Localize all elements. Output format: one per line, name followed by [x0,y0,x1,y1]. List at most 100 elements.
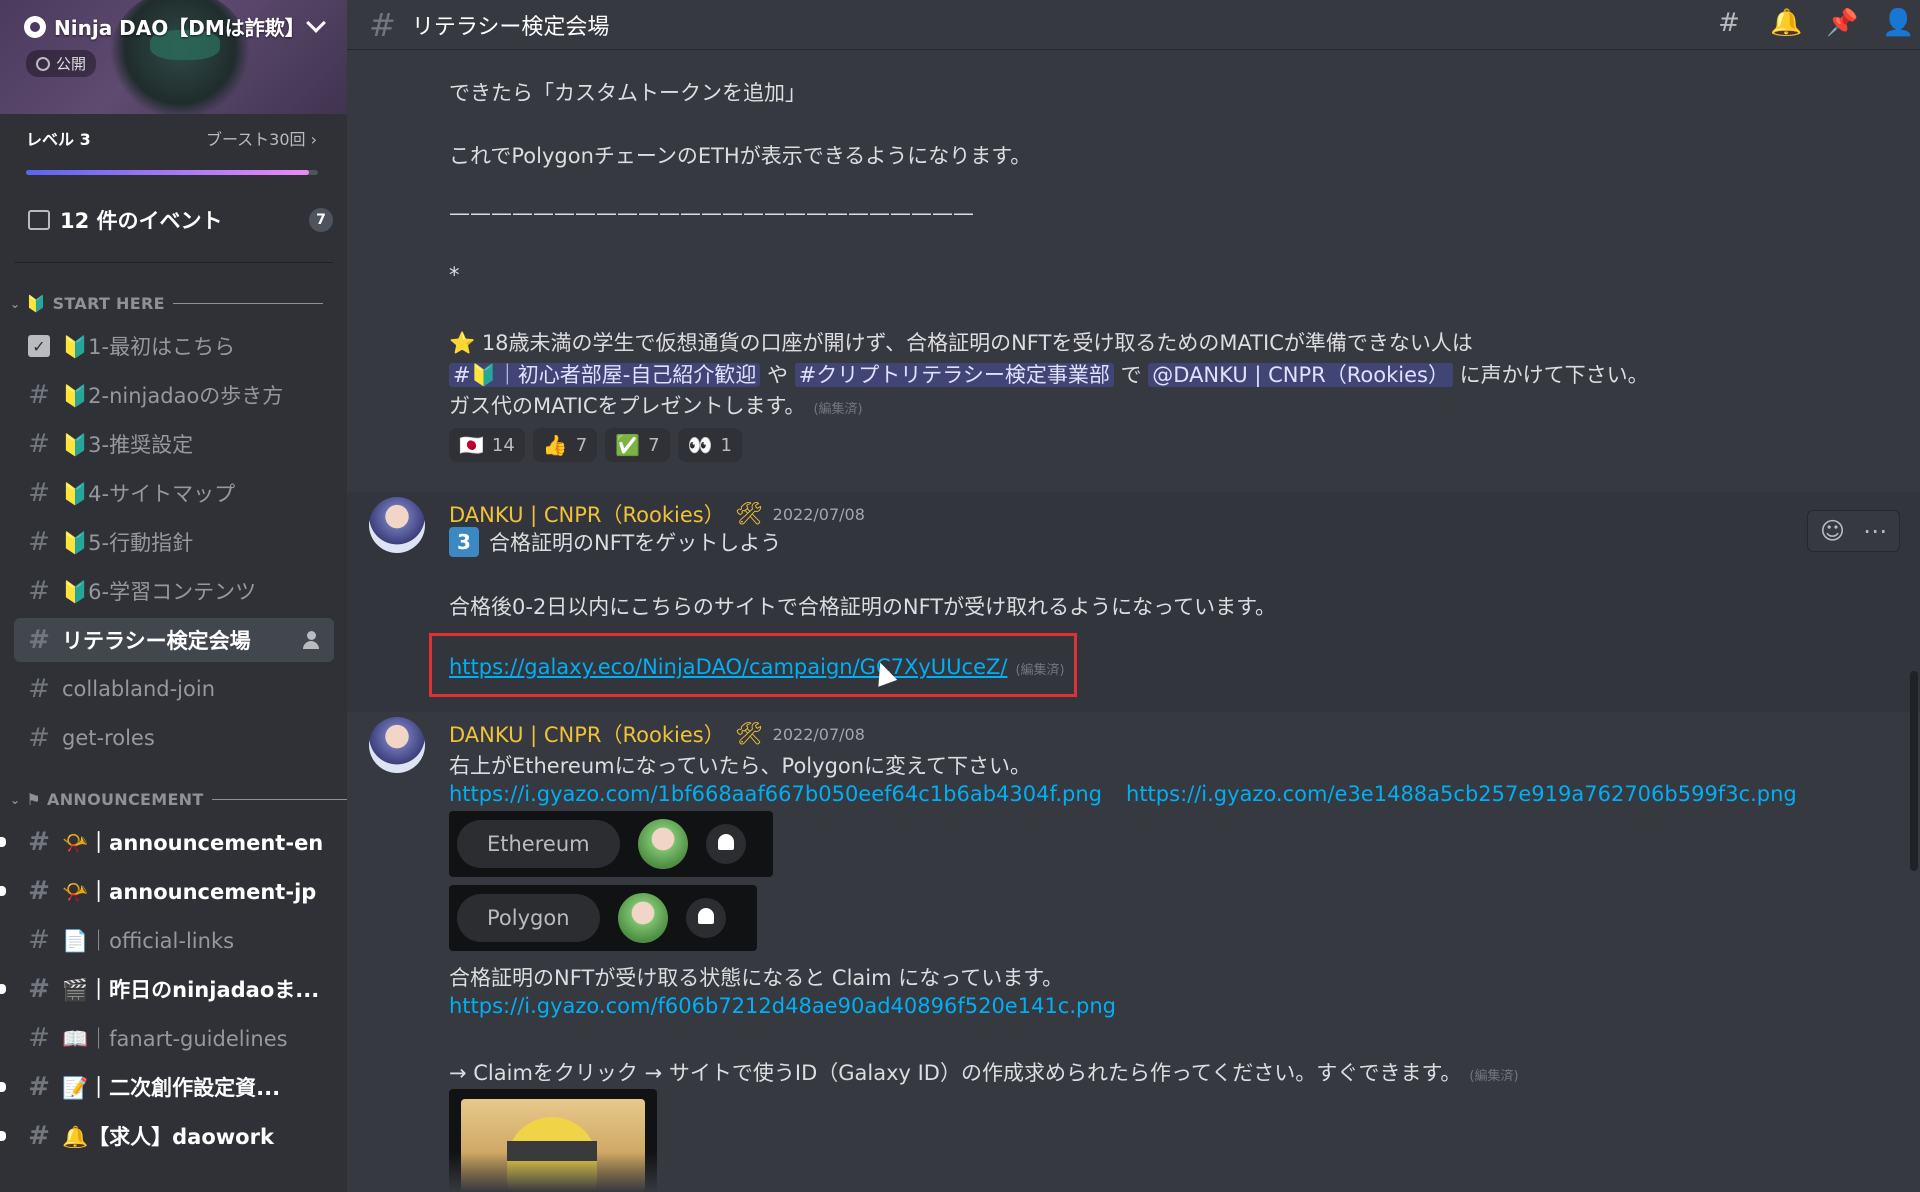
public-badge: 公開 [26,50,97,77]
category-line [211,799,347,800]
channel-official-links[interactable]: # 📄｜official-links [14,918,334,962]
boost-progress-fill [26,170,310,175]
channel-mention[interactable]: #🔰｜初心者部屋-自己紹介歓迎 [449,363,761,387]
category-label: START HERE [52,294,165,313]
image-embed-polygon[interactable]: Polygon [449,885,757,951]
message-links: https://i.gyazo.com/1bf668aaf667b050eef6… [449,782,1797,806]
channel-label: 🔰3-推奨設定 [62,433,194,457]
text: ガス代のMATICをプレゼントします。 [449,394,806,418]
channel-yesterday-ninjadao[interactable]: # 🎬｜昨日のninjadaoま... [0,967,334,1011]
reaction-check[interactable]: ✅ 7 [605,428,670,462]
message-actions: ☺ ⋯ [1806,510,1900,552]
hash-icon: # [28,1072,50,1102]
channel-literacy-exam[interactable]: # リテラシー検定会場 [14,618,334,662]
hash-icon: # [369,5,396,44]
text: で [1120,363,1142,387]
gyazo-link[interactable]: https://i.gyazo.com/e3e1488a5cb257e919a7… [1126,782,1797,806]
channel-learning[interactable]: # 🔰6-学習コンテンツ [14,569,334,613]
boost-count[interactable]: ブースト30回 › [206,126,317,150]
reaction-eyes[interactable]: 👀 1 [677,428,742,462]
scrollbar[interactable] [1910,671,1918,871]
channel-howto[interactable]: # 🔰2-ninjadaoの歩き方 [14,373,334,417]
channel-label: 🔰2-ninjadaoの歩き方 [62,384,284,408]
unread-indicator [0,886,6,896]
add-reaction-icon[interactable]: ☺ [1820,517,1845,545]
channel-get-roles[interactable]: # get-roles [14,716,334,760]
network-pill: Polygon [457,894,600,942]
text: に声かけて下さい。 [1459,363,1649,387]
text: 合格証明のNFTをゲットしよう [489,531,782,555]
keycap-3-icon: 3 [449,527,479,557]
message-link-line: https://i.gyazo.com/f606b7212d48ae90ad40… [449,994,1116,1018]
message-header: DANKU | CNPR（Rookies） 🛠 2022/07/08 [449,499,865,529]
avatar[interactable] [369,717,425,773]
server-banner[interactable]: Ninja DAO【DMは詐欺】 公開 [0,0,347,114]
channel-label: リテラシー検定会場 [62,629,251,653]
unread-indicator [0,1131,6,1141]
category-announcement[interactable]: ⌄ ⚑ ANNOUNCEMENT [10,790,347,809]
channel-daowork[interactable]: # 🔔【求人】daowork [0,1114,334,1158]
message-link-line: https://galaxy.eco/NinjaDAO/campaign/GC7… [449,655,1065,679]
reaction-emoji: 👍 [542,433,568,457]
channel-derivative-settings[interactable]: # 📝｜二次創作設定資... [0,1065,334,1109]
message-text: 合格後0-2日以内にこちらのサイトで合格証明のNFTが受け取れるようになっていま… [449,595,1276,619]
member-list-icon[interactable]: 👤 [1882,8,1914,38]
username[interactable]: DANKU | CNPR（Rookies） [449,499,725,529]
channel-fanart-guidelines[interactable]: # 📖｜fanart-guidelines [14,1016,334,1060]
channel-mention[interactable]: #クリプトリテラシー検定事業部 [794,363,1114,387]
channel-title: リテラシー検定会場 [411,14,610,40]
bell-icon [685,898,726,938]
channel-rules[interactable]: ✓ 🔰1-最初はこちら [14,324,334,368]
username[interactable]: DANKU | CNPR（Rookies） [449,719,725,749]
reaction-jp-flag[interactable]: 🇯🇵 14 [449,428,525,462]
channel-guidelines[interactable]: # 🔰5-行動指針 [14,520,334,564]
hash-icon: # [28,1121,50,1151]
chevron-down-icon: ⌄ [10,296,21,311]
server-header[interactable]: Ninja DAO【DMは詐欺】 [24,12,305,41]
user-mention[interactable]: @DANKU | CNPR（Rookies） [1148,363,1453,387]
chevron-down-icon[interactable] [306,13,326,33]
boost-level-row[interactable]: レベル 3 ブースト30回 › [26,126,317,150]
channel-header: # リテラシー検定会場 # 🔔 📌 👤 [347,0,1920,50]
galaxy-link[interactable]: https://galaxy.eco/NinjaDAO/campaign/GC7… [449,655,1007,679]
events-item[interactable]: 12 件のイベント 7 [14,200,333,240]
bell-icon[interactable]: 🔔 [1770,8,1802,38]
reaction-emoji: ✅ [615,433,641,457]
gyazo-link[interactable]: https://i.gyazo.com/1bf668aaf667b050eef6… [449,782,1102,806]
channel-settings[interactable]: # 🔰3-推奨設定 [14,422,334,466]
text: → Claimをクリック → サイトで使うID（Galaxy ID）の作成求めら… [449,1061,1462,1085]
add-member-icon[interactable] [302,630,322,650]
reaction-emoji: 🇯🇵 [459,433,484,457]
message-text: ガス代のMATICをプレゼントします。 (編集済) [449,390,863,420]
reaction-count: 7 [648,434,660,456]
channel-announcement-en[interactable]: # 📯｜announcement-en [0,820,334,864]
hash-icon: # [28,380,50,410]
category-start-here[interactable]: ⌄ 🔰 START HERE [10,294,323,313]
more-options-icon[interactable]: ⋯ [1863,517,1887,545]
events-label: 12 件のイベント [60,209,223,233]
gyazo-link[interactable]: https://i.gyazo.com/f606b7212d48ae90ad40… [449,994,1116,1018]
channel-label: 🔰5-行動指針 [62,531,194,555]
edited-tag: (編集済) [1015,663,1065,678]
message-list[interactable]: できたら「カスタムトークンを追加」 これでPolygonチェーンのETHが表示で… [347,51,1920,1192]
server-level: レベル 3 [26,130,91,149]
beginner-leaf-icon: 🔰 [26,294,47,313]
avatar[interactable] [369,497,425,553]
image-embed-ethereum[interactable]: Ethereum [449,811,773,877]
channel-collabland[interactable]: # collabland-join [14,667,334,711]
message-text-mentions: #🔰｜初心者部屋-自己紹介歓迎 や #クリプトリテラシー検定事業部 で @DAN… [449,359,1649,389]
channel-label: 📖｜fanart-guidelines [62,1027,288,1051]
pin-icon[interactable]: 📌 [1826,8,1858,38]
globe-icon [36,56,50,71]
channel-label: 🔔【求人】daowork [62,1125,274,1149]
channel-label: get-roles [62,726,155,750]
threads-icon[interactable]: # [1714,8,1744,38]
text: や [767,363,789,387]
message-text: 右上がEthereumになっていたら、Polygonに変えて下さい。 [449,754,1032,778]
reaction-thumbs-up[interactable]: 👍 7 [532,428,598,462]
chevron-down-icon: ⌄ [10,792,21,807]
tools-role-icon: 🛠 [734,721,763,747]
channel-sitemap[interactable]: # 🔰4-サイトマップ [14,471,334,515]
tools-role-icon: 🛠 [734,501,763,527]
channel-announcement-jp[interactable]: # 📯｜announcement-jp [0,869,334,913]
